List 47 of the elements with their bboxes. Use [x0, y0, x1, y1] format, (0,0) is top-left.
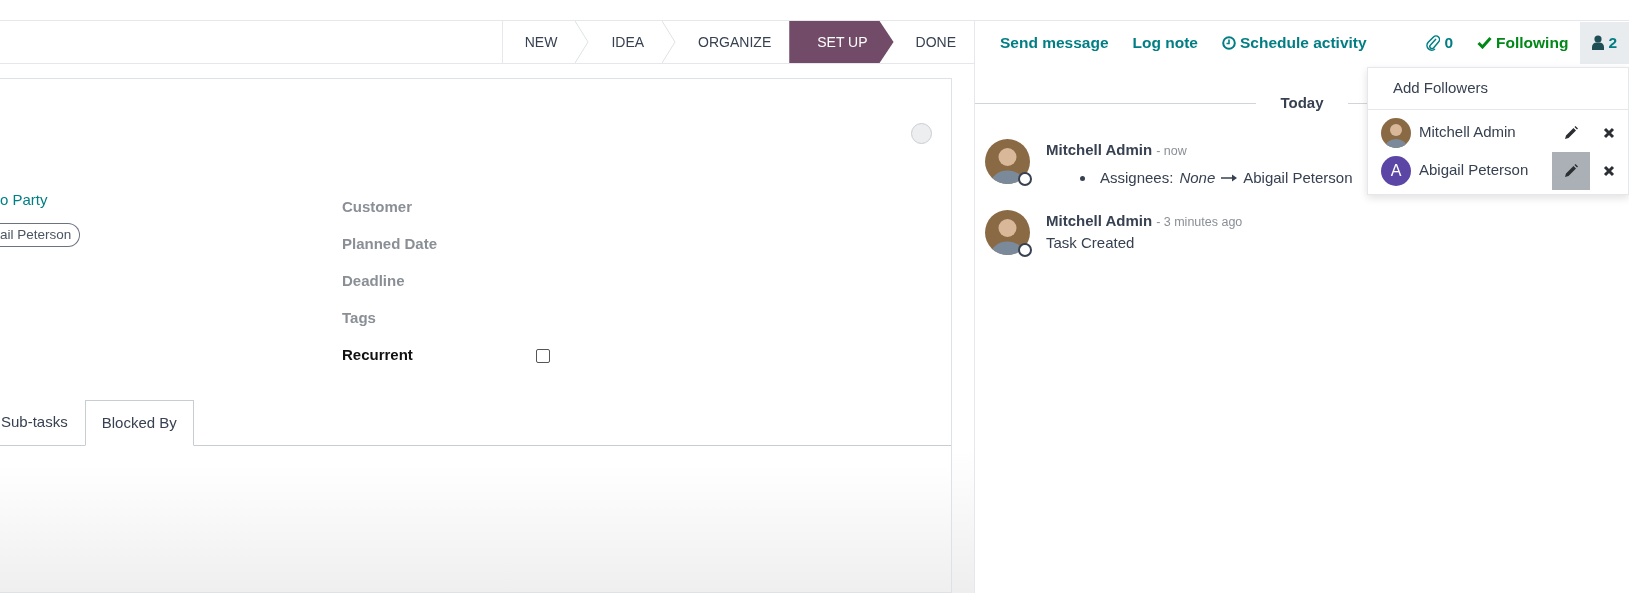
- message-time: - now: [1156, 143, 1187, 158]
- edit-button[interactable]: [1552, 151, 1590, 190]
- pencil-icon: [1564, 125, 1578, 140]
- paperclip-icon: [1426, 34, 1441, 51]
- chatter-action[interactable]: Log note: [1120, 30, 1210, 55]
- change-field: Assignees:: [1100, 167, 1174, 190]
- form-tab[interactable]: Blocked By: [84, 400, 194, 446]
- attachments-button[interactable]: 0: [1414, 30, 1466, 55]
- field-label: Deadline: [342, 271, 406, 292]
- following-button[interactable]: Following: [1465, 30, 1581, 55]
- close-icon: [1603, 164, 1615, 177]
- recurrent-checkbox[interactable]: [536, 348, 550, 363]
- date-separator: Today: [1279, 93, 1325, 113]
- person-icon: [1592, 35, 1605, 50]
- chatter-action[interactable]: Schedule activity: [1210, 30, 1379, 55]
- pencil-icon: [1564, 163, 1578, 178]
- arrow-icon: [1221, 174, 1238, 183]
- clock-icon: [1222, 35, 1236, 50]
- follower-name[interactable]: Abigail Peterson: [1419, 159, 1552, 182]
- field-label: Tags: [342, 308, 377, 329]
- close-icon: [1603, 126, 1615, 139]
- user-avatar: [985, 138, 1030, 184]
- follower-avatar: A: [1381, 155, 1411, 186]
- add-followers-item[interactable]: Add Followers: [1368, 68, 1628, 110]
- stage-button[interactable]: SET UP: [789, 21, 894, 63]
- message-time: - 3 minutes ago: [1156, 214, 1243, 229]
- form-tab[interactable]: Sub-tasks: [0, 400, 85, 445]
- field-label: Customer: [342, 197, 413, 218]
- stage-button[interactable]: DONE: [893, 21, 974, 63]
- followers-button[interactable]: 2: [1580, 21, 1629, 64]
- field-label: Recurrent: [342, 345, 414, 366]
- field-label: Planned Date: [342, 234, 439, 255]
- user-avatar: [985, 209, 1030, 255]
- message-body: Task Created: [1046, 233, 1136, 253]
- old-value: None: [1179, 168, 1216, 188]
- bullet-icon: [1080, 175, 1085, 181]
- message-author: Mitchell Admin: [1046, 140, 1153, 158]
- follower-avatar: [1381, 117, 1411, 148]
- stage-button[interactable]: NEW: [502, 21, 576, 63]
- new-value: Abigail Peterson: [1243, 168, 1353, 188]
- chatter-action[interactable]: Send message: [988, 30, 1121, 55]
- follower-name[interactable]: Mitchell Admin: [1419, 121, 1552, 144]
- message-author: Mitchell Admin: [1046, 211, 1153, 229]
- stage-button[interactable]: IDEA: [589, 21, 663, 63]
- check-icon: [1477, 36, 1493, 49]
- project-link[interactable]: o Party: [0, 189, 342, 223]
- stage-button[interactable]: ORGANIZE: [676, 21, 790, 63]
